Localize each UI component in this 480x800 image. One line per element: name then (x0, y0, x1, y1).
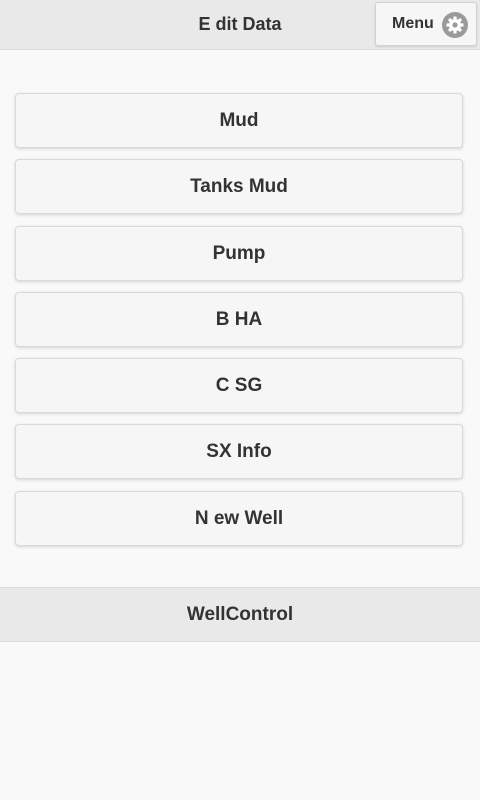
csg-button[interactable]: C SG (15, 358, 463, 413)
pump-button[interactable]: Pump (15, 226, 463, 281)
sx-info-button[interactable]: SX Info (15, 424, 463, 479)
menu-label: Menu (392, 15, 434, 32)
header-bar: E dit Data Menu (0, 0, 480, 50)
menu-button[interactable]: Menu (375, 2, 477, 46)
tanks-mud-button[interactable]: Tanks Mud (15, 159, 463, 214)
gear-icon (442, 12, 468, 38)
bha-button[interactable]: B HA (15, 292, 463, 347)
footer-bar: WellControl (0, 587, 480, 642)
new-well-button[interactable]: N ew Well (15, 491, 463, 546)
mud-button[interactable]: Mud (15, 93, 463, 148)
